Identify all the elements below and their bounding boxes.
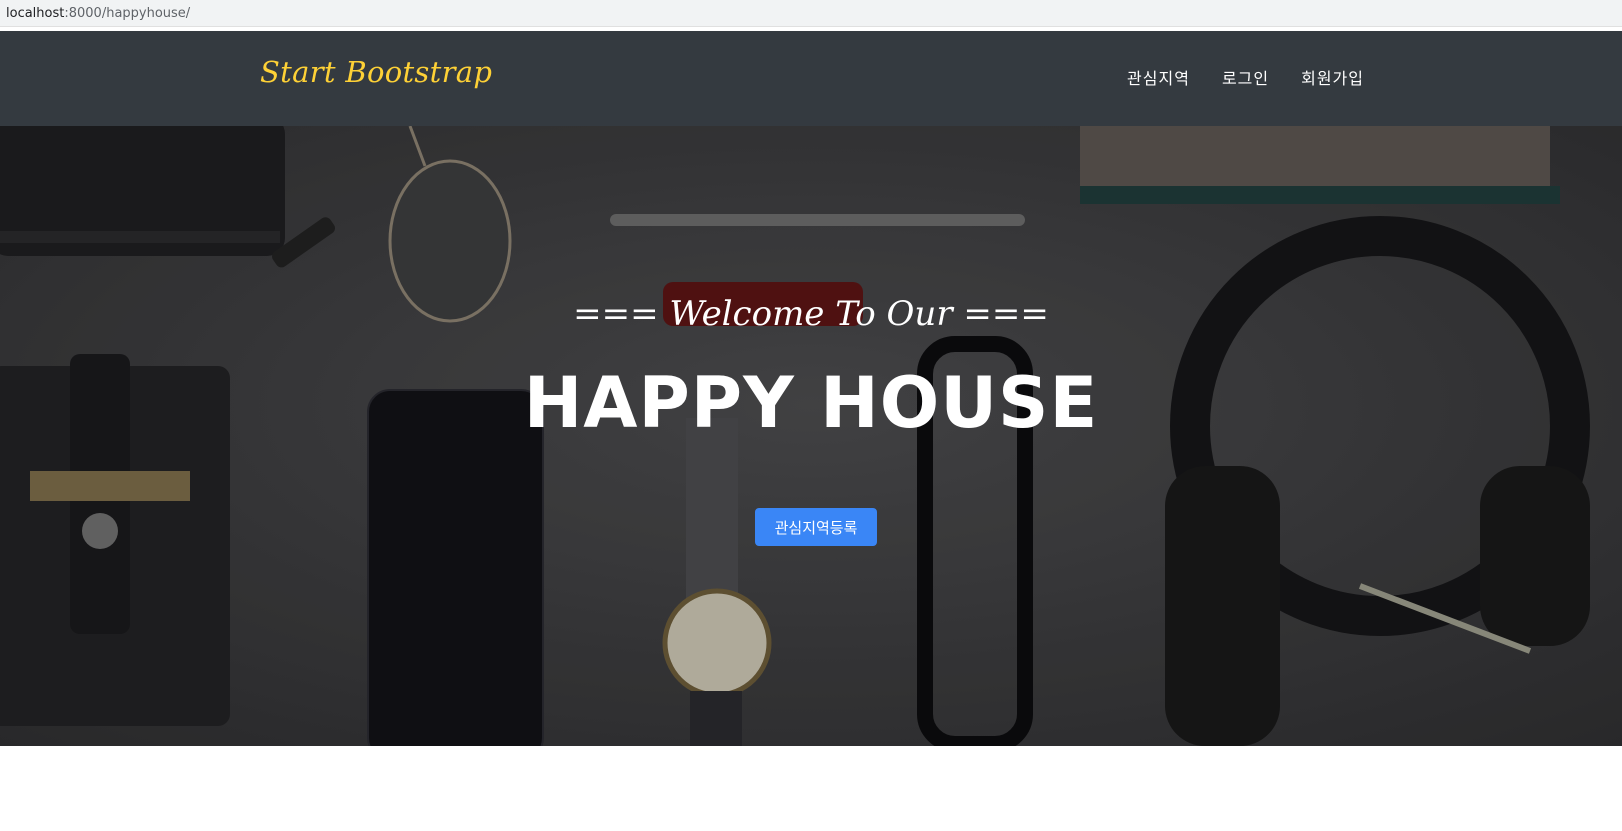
hero-content: === Welcome To Our === HAPPY HOUSE 관심지역등…	[0, 126, 1622, 746]
nav-link-signup[interactable]: 회원가입	[1301, 65, 1364, 89]
register-interest-area-button[interactable]: 관심지역등록	[755, 508, 877, 546]
hero-heading: HAPPY HOUSE	[523, 362, 1099, 444]
url-path: :8000/happyhouse/	[64, 5, 191, 21]
hero-subheading: === Welcome To Our ===	[0, 294, 1622, 334]
subheading-prefix: ===	[573, 294, 670, 334]
url-host: localhost	[6, 5, 65, 21]
subheading-italic: Welcome To Our	[669, 294, 953, 334]
address-bar[interactable]: localhost:8000/happyhouse/	[0, 0, 1622, 27]
hero-masthead: === Welcome To Our === HAPPY HOUSE 관심지역등…	[0, 126, 1622, 746]
navbar: Start Bootstrap 관심지역 로그인 회원가입	[0, 31, 1622, 126]
nav-link-interest-area[interactable]: 관심지역	[1127, 65, 1190, 89]
subheading-suffix: ===	[952, 294, 1049, 334]
brand-logo[interactable]: Start Bootstrap	[260, 55, 492, 89]
nav-links: 관심지역 로그인 회원가입	[1127, 65, 1364, 89]
nav-link-login[interactable]: 로그인	[1222, 65, 1269, 89]
